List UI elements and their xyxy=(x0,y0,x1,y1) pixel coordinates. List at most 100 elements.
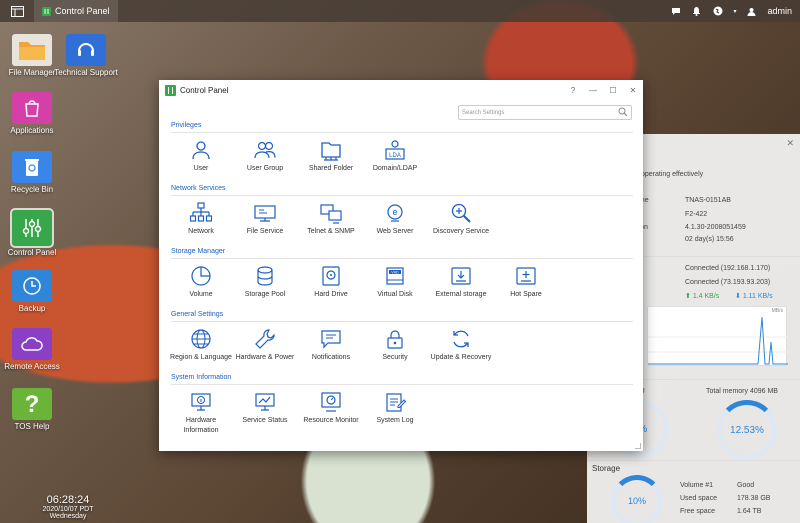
item-virtual-disk[interactable]: VHD Virtual Disk xyxy=(363,265,427,300)
item-label: Hot Spare xyxy=(510,291,542,298)
item-shared-folder[interactable]: Shared Folder xyxy=(299,139,363,174)
desktop-icon-label: TOS Help xyxy=(14,422,50,431)
item-external-storage[interactable]: External storage xyxy=(429,265,493,300)
item-label: Hardware Information xyxy=(183,417,219,434)
item-label: Hard Drive xyxy=(314,291,348,298)
storage-pool-icon xyxy=(257,266,273,286)
desktop-technical-support[interactable]: Technical Support xyxy=(54,34,118,77)
item-label: Discovery Service xyxy=(432,228,489,235)
item-file-service[interactable]: File Service xyxy=(233,202,297,237)
globe-icon[interactable] xyxy=(712,6,723,17)
section-network-services: Network Services Network File Service Te… xyxy=(171,185,633,244)
desktop-control-panel[interactable]: Control Panel xyxy=(0,208,64,257)
desktop-recycle-bin[interactable]: Recycle Bin xyxy=(0,151,64,194)
close-icon[interactable]: ✕ xyxy=(786,138,794,149)
download-speed-value: 1.11 KB/s xyxy=(742,293,773,300)
lock-icon xyxy=(387,330,403,349)
item-hard-drive[interactable]: Hard Drive xyxy=(299,265,363,300)
svg-text:VHD: VHD xyxy=(391,270,399,274)
item-hardware-power[interactable]: Hardware & Power xyxy=(233,328,297,363)
minimize-icon[interactable]: — xyxy=(583,86,603,95)
desktop-icon-label: Backup xyxy=(18,304,46,313)
ldap-icon: LDA xyxy=(385,140,405,160)
item-label: External storage xyxy=(435,291,487,298)
item-telnet-snmp[interactable]: Telnet & SNMP xyxy=(299,202,363,237)
item-resource-monitor[interactable]: Resource Monitor xyxy=(299,391,363,426)
desktop-remote-access[interactable]: Remote Access xyxy=(0,328,64,371)
storage-percent: 10% xyxy=(627,496,646,506)
item-hardware-information[interactable]: Hardware Information xyxy=(169,391,233,436)
item-domain-ldap[interactable]: LDA Domain/LDAP xyxy=(363,139,427,174)
storage-title: Storage xyxy=(592,464,621,473)
desktop-clock: 06:28:24 2020/10/07 PDT Wednesday xyxy=(28,494,108,520)
control-panel-window: Control Panel ? — ☐ ✕ Search Settings Pr… xyxy=(159,80,643,451)
wrench-icon xyxy=(255,329,275,349)
item-label: Notifications xyxy=(311,354,351,361)
search-placeholder: Search Settings xyxy=(462,109,505,116)
item-label: Web Server xyxy=(376,228,414,235)
network-row: Connected (73.193.93.203) xyxy=(685,279,771,286)
item-label: Shared Folder xyxy=(308,165,354,172)
download-speed: ⬇ 1.11 KB/s xyxy=(735,293,773,300)
external-storage-icon xyxy=(451,267,471,285)
desktop-backup[interactable]: Backup xyxy=(0,270,64,313)
item-volume[interactable]: Volume xyxy=(169,265,233,300)
question-icon: ? xyxy=(24,390,40,418)
item-label: Volume xyxy=(189,291,213,298)
item-label: Update & Recovery xyxy=(430,354,492,361)
resize-handle[interactable] xyxy=(635,443,641,449)
section-title: General Settings xyxy=(171,311,224,318)
taskbar: Control Panel ▾ admin xyxy=(0,0,800,22)
item-system-log[interactable]: System Log xyxy=(363,391,427,426)
item-label: System Log xyxy=(376,417,414,424)
item-discovery-service[interactable]: Discovery Service xyxy=(429,202,493,237)
discovery-icon xyxy=(451,203,471,223)
help-icon[interactable]: ? xyxy=(563,86,583,95)
search-icon xyxy=(618,107,628,117)
hard-drive-icon xyxy=(322,266,340,286)
username-label[interactable]: admin xyxy=(767,6,792,16)
search-input[interactable]: Search Settings xyxy=(458,105,632,120)
storage-row-value: 178.38 GB xyxy=(737,495,771,502)
taskbar-app-label: Control Panel xyxy=(55,6,110,16)
desktop-icon-label: File Manager xyxy=(8,68,56,77)
item-security[interactable]: Security xyxy=(363,328,427,363)
item-label: Storage Pool xyxy=(244,291,286,298)
user-icon[interactable] xyxy=(746,6,757,17)
item-label: Security xyxy=(382,354,408,361)
user-group-icon xyxy=(254,141,276,159)
network-graph-line xyxy=(648,316,788,365)
storage-row-label: Free space xyxy=(680,508,716,515)
taskbar-control-panel[interactable]: Control Panel xyxy=(34,0,118,22)
desktop-applications[interactable]: Applications xyxy=(0,92,64,135)
section-system-information: System Information Hardware Information … xyxy=(169,374,633,436)
close-icon[interactable]: ✕ xyxy=(623,86,643,95)
item-label: Telnet & SNMP xyxy=(307,228,355,235)
desktop-tos-help[interactable]: ? TOS Help xyxy=(0,388,64,431)
maximize-icon[interactable]: ☐ xyxy=(603,86,623,95)
clock-icon xyxy=(23,277,41,295)
item-notifications[interactable]: Notifications xyxy=(299,328,363,363)
item-user-group[interactable]: User Group xyxy=(233,139,297,174)
item-service-status[interactable]: Service Status xyxy=(233,391,297,426)
item-web-server[interactable]: e Web Server xyxy=(363,202,427,237)
item-network[interactable]: Network xyxy=(169,202,233,237)
item-storage-pool[interactable]: Storage Pool xyxy=(233,265,297,300)
network-icon xyxy=(190,202,212,222)
item-region-language[interactable]: Region & Language xyxy=(169,328,233,363)
item-hot-spare[interactable]: Hot Spare xyxy=(494,265,558,300)
memory-percent: 12.53% xyxy=(730,424,764,436)
window-titlebar[interactable]: Control Panel ? — ☐ ✕ xyxy=(159,80,643,101)
item-user[interactable]: User xyxy=(169,139,233,174)
start-menu-button[interactable] xyxy=(0,0,34,22)
system-log-icon xyxy=(386,393,406,412)
item-label: Resource Monitor xyxy=(303,417,359,424)
bag-icon xyxy=(25,100,39,117)
service-status-icon xyxy=(255,393,275,411)
item-label: File Service xyxy=(246,228,284,235)
bell-icon[interactable] xyxy=(691,6,702,17)
item-update-recovery[interactable]: Update & Recovery xyxy=(429,328,493,363)
chat-icon[interactable] xyxy=(670,6,681,17)
storage-row-value: Good xyxy=(737,482,755,489)
section-title: Privileges xyxy=(171,122,202,129)
